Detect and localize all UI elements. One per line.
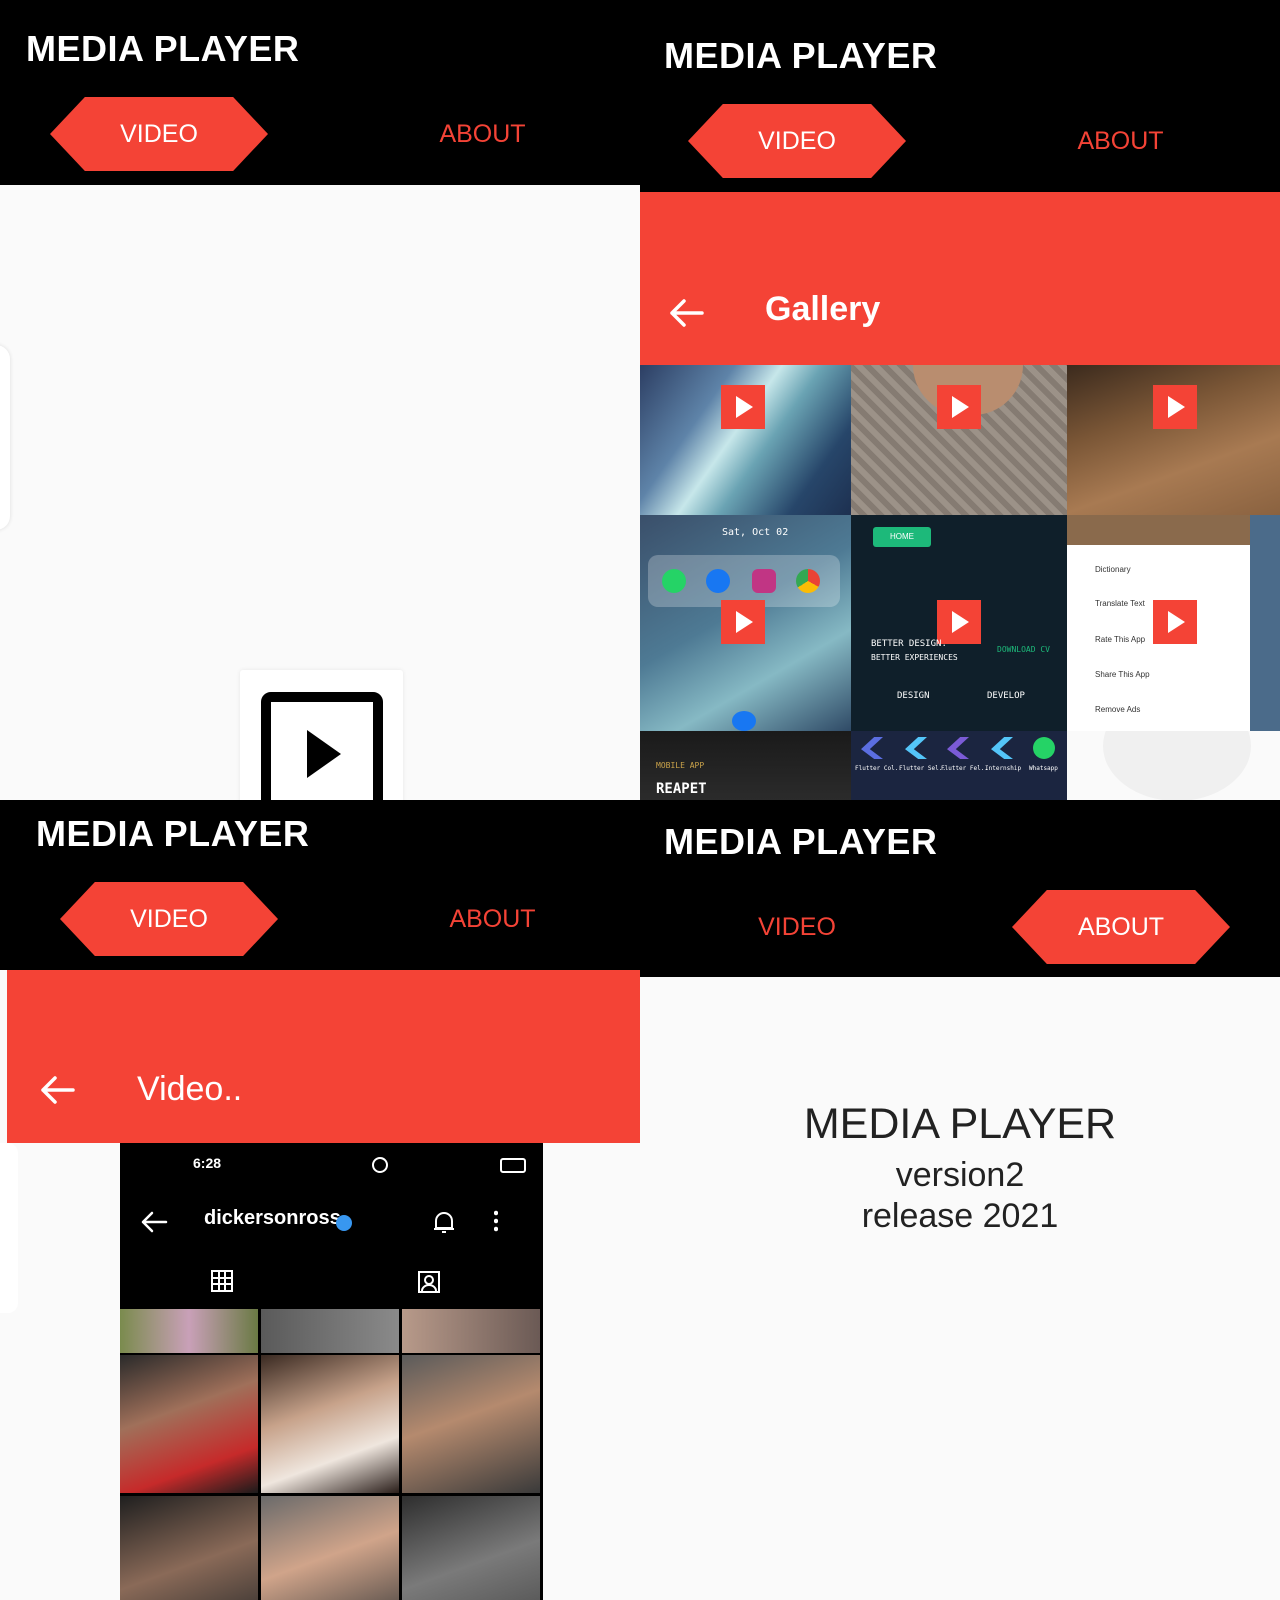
video-thumb[interactable] <box>1067 731 1280 800</box>
panel-about: MEDIA PLAYER VIDEO ABOUT MEDIA PLAYER ve… <box>640 800 1280 1600</box>
thumb-heading: BETTER DESIGN. <box>871 639 947 649</box>
post-thumb <box>402 1496 540 1600</box>
video-thumb[interactable] <box>1067 365 1280 515</box>
thumb-app-label: Flutter Sel.. <box>899 765 946 772</box>
video-grid: Sat, Oct 02 HOME BETTER DESIGN. BETTER E… <box>640 365 1280 800</box>
tab-video[interactable]: VIDEO <box>60 882 278 956</box>
video-header: Video.. <box>7 970 640 1143</box>
dnd-icon <box>372 1157 388 1173</box>
video-frame[interactable]: 6:28 dickersonross <box>120 1143 543 1600</box>
tab-video[interactable]: VIDEO <box>50 97 268 171</box>
side-card <box>0 1143 18 1313</box>
post-thumb <box>261 1309 399 1353</box>
post-thumb <box>402 1355 540 1493</box>
app-bar: MEDIA PLAYER VIDEO ABOUT <box>0 800 640 970</box>
play-icon <box>261 692 383 800</box>
app-bar: MEDIA PLAYER VIDEO ABOUT <box>640 800 1280 977</box>
about-version: version2 <box>895 1156 1025 1194</box>
post-thumb <box>402 1309 540 1353</box>
app-title: MEDIA PLAYER <box>26 28 300 69</box>
post-thumb <box>120 1309 258 1353</box>
app-title: MEDIA PLAYER <box>36 813 310 854</box>
thumb-menu-item: Remove Ads <box>1095 705 1141 714</box>
video-thumb[interactable] <box>851 365 1067 515</box>
play-icon <box>937 385 981 429</box>
video-thumb[interactable] <box>640 365 851 515</box>
thumb-menu-item: Rate This App <box>1095 635 1146 644</box>
video-thumb[interactable]: HOME BETTER DESIGN. BETTER EXPERIENCES D… <box>851 515 1067 731</box>
thumb-menu-item: Share This App <box>1095 670 1150 679</box>
bell-icon <box>434 1212 454 1233</box>
play-icon <box>937 600 981 644</box>
about-release: release 2021 <box>861 1197 1059 1235</box>
thumb-app-label: Internship <box>985 765 1022 772</box>
video-thumb[interactable]: MOBILE APP REAPET <box>640 731 851 800</box>
tab-about[interactable]: ABOUT <box>390 882 595 956</box>
play-icon <box>721 385 765 429</box>
tab-about[interactable]: ABOUT <box>380 97 585 171</box>
app-bar: MEDIA PLAYER VIDEO ABOUT <box>640 0 1280 192</box>
panel-video-home: MEDIA PLAYER VIDEO ABOUT <box>0 0 640 800</box>
panel-video-player: MEDIA PLAYER VIDEO ABOUT Video.. 6:28 di… <box>0 800 640 1600</box>
grid-icon <box>211 1270 233 1292</box>
tagged-person-icon <box>418 1271 440 1293</box>
post-thumb <box>261 1355 399 1493</box>
battery-icon <box>500 1158 526 1173</box>
thumb-button: HOME <box>873 527 931 547</box>
thumb-app-label: Whatsapp <box>1029 765 1058 772</box>
thumb-menu-item: Dictionary <box>1095 565 1131 574</box>
play-icon <box>1153 600 1197 644</box>
thumb-app-label: Flutter Col.. <box>855 765 902 772</box>
video-thumb[interactable]: Flutter Col.. Flutter Sel.. Flutter Fel.… <box>851 731 1067 800</box>
play-icon <box>721 600 765 644</box>
app-title: MEDIA PLAYER <box>664 35 938 76</box>
arrow-left-icon[interactable] <box>39 1075 75 1105</box>
thumb-title: REAPET <box>656 781 707 797</box>
tab-video[interactable]: VIDEO <box>688 890 906 964</box>
thumb-download: DOWNLOAD CV <box>997 645 1050 654</box>
play-icon <box>1153 385 1197 429</box>
thumb-tag: MOBILE APP <box>656 761 705 770</box>
status-time: 6:28 <box>193 1155 222 1171</box>
video-thumb[interactable]: Dictionary Translate Text Rate This App … <box>1067 515 1280 731</box>
thumb-subheading: BETTER EXPERIENCES <box>871 653 958 662</box>
about-title: MEDIA PLAYER <box>803 1100 1117 1148</box>
profile-handle: dickersonross <box>204 1207 341 1229</box>
post-thumb <box>120 1355 258 1493</box>
app-title: MEDIA PLAYER <box>664 821 938 862</box>
app-bar: MEDIA PLAYER VIDEO ABOUT <box>0 0 640 185</box>
gallery-title: Gallery <box>765 290 881 328</box>
post-thumb <box>120 1496 258 1600</box>
video-title: Video.. <box>137 1070 243 1108</box>
tab-about[interactable]: ABOUT <box>1012 890 1230 964</box>
gallery-header: Gallery <box>640 192 1280 365</box>
side-card <box>0 345 10 530</box>
tab-about[interactable]: ABOUT <box>1018 104 1223 178</box>
tab-video[interactable]: VIDEO <box>688 104 906 178</box>
thumb-develop: DEVELOP <box>987 691 1025 701</box>
post-thumb <box>261 1496 399 1600</box>
panel-gallery: MEDIA PLAYER VIDEO ABOUT Gallery Sat, Oc… <box>640 0 1280 800</box>
thumb-design: DESIGN <box>897 691 930 701</box>
video-thumb[interactable]: Sat, Oct 02 <box>640 515 851 731</box>
verified-badge-icon <box>336 1215 352 1231</box>
thumb-menu-item: Translate Text <box>1095 599 1145 608</box>
arrow-left-icon[interactable] <box>668 298 704 328</box>
thumb-app-label: Flutter Fel.. <box>941 765 988 772</box>
open-video-button[interactable] <box>240 670 403 800</box>
arrow-left-icon <box>141 1211 168 1233</box>
thumb-date: Sat, Oct 02 <box>722 527 789 538</box>
more-vertical-icon <box>494 1209 498 1233</box>
